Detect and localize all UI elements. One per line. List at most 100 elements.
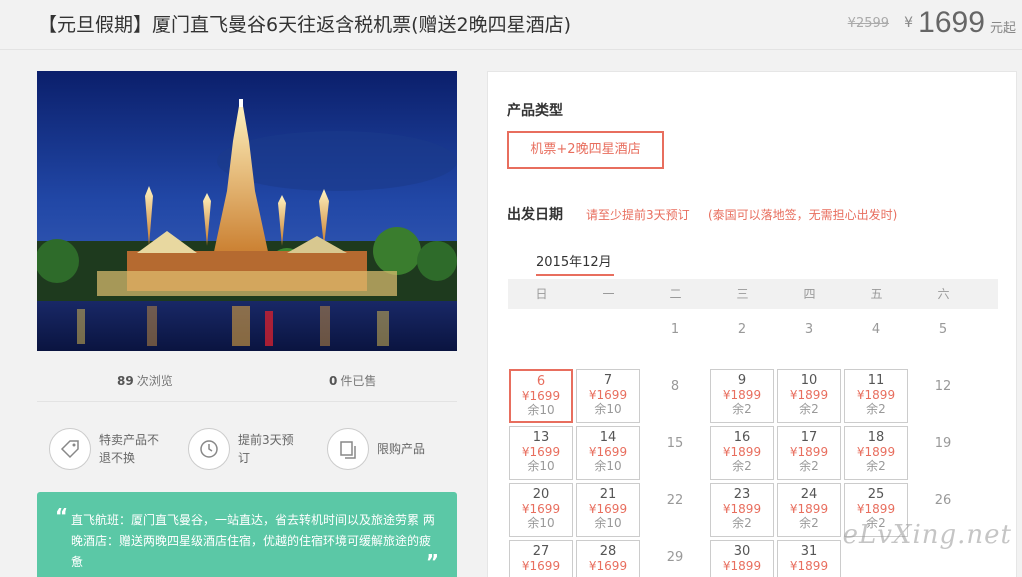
calendar-day: 29 xyxy=(643,540,707,577)
day-number: 19 xyxy=(934,436,952,451)
day-number: 6 xyxy=(536,374,546,389)
calendar-day: 22 xyxy=(643,483,707,537)
calendar-day-selected[interactable]: 6 ¥1699 余10 xyxy=(509,369,573,423)
calendar-day[interactable]: 11 ¥1899 余2 xyxy=(844,369,908,423)
day-number: 21 xyxy=(599,487,617,502)
calendar-day[interactable]: 10 ¥1899 余2 xyxy=(777,369,841,423)
month-tab[interactable]: 2015年12月 xyxy=(536,251,614,276)
day-number: 16 xyxy=(733,430,751,445)
calendar-day: 2 xyxy=(710,312,774,366)
currency-symbol: ¥ xyxy=(904,15,914,31)
day-number: 28 xyxy=(599,544,617,559)
day-price: ¥1699 xyxy=(588,559,628,573)
sold-stat: 0 件已售 xyxy=(329,372,376,389)
day-number: 1 xyxy=(670,322,680,337)
product-type-option[interactable]: 机票+2晚四星酒店 xyxy=(507,131,664,169)
calendar-day[interactable]: 14 ¥1699 余10 xyxy=(576,426,640,480)
booking-panel: 产品类型 机票+2晚四星酒店 出发日期 请至少提前3天预订 (泰国可以落地签，无… xyxy=(487,71,1017,577)
calendar-day: 3 xyxy=(777,312,841,366)
day-number: 27 xyxy=(532,544,550,559)
promo-text: 直飞航班：厦门直飞曼谷，一站直达，省去转机时间以及旅途劳累 两晚酒店：赠送两晚四… xyxy=(71,513,435,569)
temple-photo xyxy=(37,71,457,351)
day-number: 20 xyxy=(532,487,550,502)
day-number: 3 xyxy=(804,322,814,337)
calendar-day[interactable]: 7 ¥1699 余10 xyxy=(576,369,640,423)
calendar-day: 15 xyxy=(643,426,707,480)
calendar-day[interactable]: 13 ¥1699 余10 xyxy=(509,426,573,480)
advance-note: 请至少提前3天预订 xyxy=(586,208,690,222)
calendar-day[interactable]: 23 ¥1899 余2 xyxy=(710,483,774,537)
calendar-day[interactable]: 27 ¥1699 xyxy=(509,540,573,577)
feature-no-refund: 特卖产品不退不换 xyxy=(49,428,165,470)
calendar-day[interactable]: 20 ¥1699 余10 xyxy=(509,483,573,537)
quote-open: “ xyxy=(55,504,69,528)
weekday-label: 三 xyxy=(736,287,749,301)
views-label: 次浏览 xyxy=(136,374,173,388)
day-price: ¥1699 xyxy=(521,445,561,459)
day-price: ¥1699 xyxy=(588,502,628,516)
clock-icon xyxy=(188,428,230,470)
day-price: ¥1899 xyxy=(722,559,762,573)
day-number: 12 xyxy=(934,379,952,394)
calendar-day: 19 xyxy=(911,426,975,480)
promo-box: “ 直飞航班：厦门直飞曼谷，一站直达，省去转机时间以及旅途劳累 两晚酒店：赠送两… xyxy=(37,492,457,577)
day-price: ¥1899 xyxy=(722,445,762,459)
sold-label: 件已售 xyxy=(340,374,377,388)
day-number: 29 xyxy=(666,550,684,565)
calendar-day: 8 xyxy=(643,369,707,423)
departure-title: 出发日期 xyxy=(507,207,563,223)
calendar-day[interactable]: 31 ¥1899 xyxy=(777,540,841,577)
stats-bar: 89 次浏览 0 件已售 xyxy=(37,362,457,402)
calendar-day[interactable]: 18 ¥1899 余2 xyxy=(844,426,908,480)
day-price: ¥1699 xyxy=(521,389,561,403)
day-price: ¥1899 xyxy=(789,502,829,516)
weekday-label: 六 xyxy=(937,287,950,301)
day-remaining: 余10 xyxy=(527,459,555,473)
calendar-day[interactable]: 21 ¥1699 余10 xyxy=(576,483,640,537)
calendar-day[interactable]: 16 ¥1899 余2 xyxy=(710,426,774,480)
calendar-day: 5 xyxy=(911,312,975,366)
weekday-header: 日 一 二 三 四 五 六 xyxy=(508,279,998,309)
day-number: 13 xyxy=(532,430,550,445)
day-price: ¥1699 xyxy=(521,502,561,516)
calendar-day[interactable]: 30 ¥1899 xyxy=(710,540,774,577)
calendar-day[interactable]: 9 ¥1899 余2 xyxy=(710,369,774,423)
day-price: ¥1899 xyxy=(856,445,896,459)
features-row: 特卖产品不退不换 提前3天预订 限购产品 xyxy=(37,416,457,476)
day-remaining: 余2 xyxy=(866,459,886,473)
day-number: 17 xyxy=(800,430,818,445)
calendar-day[interactable]: 17 ¥1899 余2 xyxy=(777,426,841,480)
day-number: 10 xyxy=(800,373,818,388)
day-price: ¥1899 xyxy=(789,445,829,459)
current-price: 1699 xyxy=(918,6,985,39)
day-remaining: 余2 xyxy=(732,459,752,473)
day-number: 31 xyxy=(800,544,818,559)
calendar-day[interactable]: 28 ¥1699 xyxy=(576,540,640,577)
day-price: ¥1899 xyxy=(789,559,829,573)
day-price: ¥1899 xyxy=(722,502,762,516)
views-count: 89 xyxy=(117,374,134,388)
day-remaining: 余10 xyxy=(527,403,555,417)
weekday-label: 二 xyxy=(669,287,682,301)
day-remaining: 余2 xyxy=(799,402,819,416)
weekday-label: 一 xyxy=(602,287,615,301)
day-number: 18 xyxy=(867,430,885,445)
sold-count: 0 xyxy=(329,374,338,388)
hero-image[interactable] xyxy=(37,71,457,351)
day-number: 23 xyxy=(733,487,751,502)
quote-close: ” xyxy=(425,550,439,574)
day-price: ¥1899 xyxy=(789,388,829,402)
day-number: 7 xyxy=(603,373,613,388)
day-remaining: 余10 xyxy=(594,402,622,416)
watermark: eLvXing.net xyxy=(842,520,1012,550)
visa-note: (泰国可以落地签，无需担心出发时) xyxy=(708,208,898,222)
weekday-label: 五 xyxy=(870,287,883,301)
day-price: ¥1899 xyxy=(856,502,896,516)
tag-icon xyxy=(49,428,91,470)
day-remaining: 余2 xyxy=(732,402,752,416)
calendar-day[interactable]: 24 ¥1899 余2 xyxy=(777,483,841,537)
day-remaining: 余2 xyxy=(866,402,886,416)
page-title: 【元旦假期】厦门直飞曼谷6天往返含税机票(赠送2晚四星酒店) xyxy=(38,14,572,36)
original-price: ¥2599 xyxy=(847,16,890,31)
day-remaining: 余2 xyxy=(732,516,752,530)
